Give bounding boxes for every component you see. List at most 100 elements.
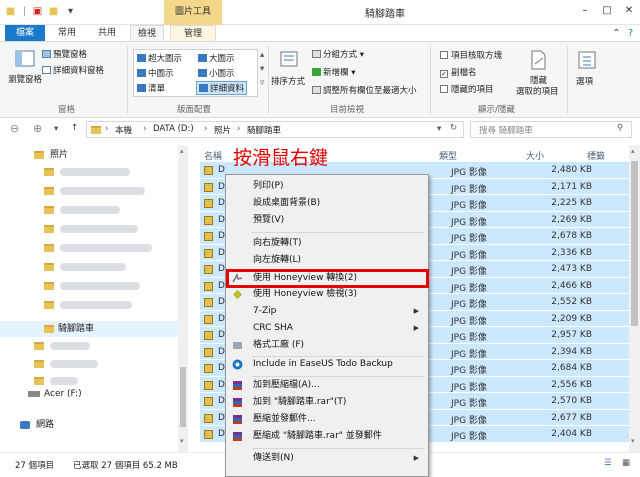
- menu-item-crc-sha[interactable]: CRC SHA ▶: [227, 320, 427, 337]
- menu-item-rotate-left[interactable]: 向左旋轉(L): [227, 252, 427, 269]
- breadcrumb-data-drive[interactable]: DATA (D:): [153, 124, 194, 134]
- sort-by-button[interactable]: 排序方式: [271, 75, 305, 87]
- gallery-more-icon[interactable]: ▿: [260, 78, 264, 88]
- menu-item-compress-rar-email[interactable]: 壓縮成 "騎腳踏車.rar" 並發郵件: [227, 428, 427, 445]
- quick-access-dropdown-icon[interactable]: ▾: [64, 5, 77, 18]
- column-header-type[interactable]: 類型: [439, 149, 457, 162]
- tab-share[interactable]: 共用: [90, 25, 124, 41]
- menu-item-print[interactable]: 列印(P): [227, 178, 427, 195]
- details-view-icon[interactable]: ☰: [604, 458, 612, 468]
- item-checkboxes-checkbox[interactable]: [440, 51, 448, 59]
- back-icon[interactable]: ⊖: [10, 122, 19, 135]
- scroll-down-icon[interactable]: ▾: [631, 437, 635, 445]
- options-button[interactable]: 選項: [576, 75, 593, 87]
- menu-item-7zip[interactable]: 7-Zip ▶: [227, 303, 427, 320]
- item-checkboxes-toggle[interactable]: 項目核取方塊: [440, 49, 502, 61]
- nav-item-blurred[interactable]: [0, 338, 178, 354]
- nav-scroll-thumb[interactable]: [180, 367, 186, 427]
- layout-large-icons[interactable]: 大圖示: [198, 52, 235, 64]
- menu-item-preview[interactable]: 預覽(V): [227, 212, 427, 229]
- layout-medium-icons[interactable]: 中圖示: [137, 67, 174, 79]
- menu-item-compress-email[interactable]: 壓縮並發郵件...: [227, 411, 427, 428]
- nav-item-blurred[interactable]: [0, 356, 178, 372]
- nav-item-blurred[interactable]: [0, 278, 178, 294]
- nav-item-current-folder[interactable]: 騎腳踏車: [0, 321, 178, 337]
- layout-small-icons[interactable]: 小圖示: [198, 67, 235, 79]
- properties-icon[interactable]: ▣: [31, 5, 44, 18]
- options-icon[interactable]: [576, 49, 598, 71]
- hide-selected-button-line2[interactable]: 選取的項目: [516, 85, 559, 97]
- nav-item-drive-f[interactable]: Acer (F:): [0, 386, 178, 402]
- scroll-up-icon[interactable]: ▴: [631, 147, 635, 155]
- group-by-button[interactable]: 分組方式 ▾: [312, 48, 364, 60]
- nav-item-blurred[interactable]: [0, 240, 178, 256]
- maximize-icon[interactable]: □: [600, 4, 614, 18]
- help-icon[interactable]: ?: [624, 27, 637, 40]
- recent-locations-icon[interactable]: ▾: [54, 124, 58, 134]
- tab-home[interactable]: 常用: [50, 25, 84, 41]
- nav-item-blurred[interactable]: [0, 202, 178, 218]
- nav-item-blurred[interactable]: [0, 164, 178, 180]
- large-icons-view-icon[interactable]: ▦: [622, 458, 630, 468]
- add-column-button[interactable]: 新增欄 ▾: [312, 66, 355, 78]
- menu-item-honeyview-browse[interactable]: 使用 Honeyview 檢視(3): [227, 286, 427, 303]
- breadcrumb-photos[interactable]: 照片: [214, 124, 231, 136]
- column-header-name[interactable]: 名稱: [204, 149, 222, 162]
- file-extensions-toggle[interactable]: ✓ 副檔名: [440, 66, 477, 78]
- scroll-down-icon[interactable]: ▾: [180, 437, 184, 445]
- hidden-items-checkbox[interactable]: [440, 85, 448, 93]
- up-icon[interactable]: ↑: [71, 123, 78, 133]
- breadcrumb-this-pc[interactable]: 本機: [115, 124, 132, 136]
- forward-icon[interactable]: ⊕: [33, 122, 42, 135]
- nav-item-network[interactable]: 網路: [0, 417, 178, 433]
- file-size: 2,466 KB: [551, 280, 592, 291]
- menu-item-add-archive[interactable]: 加到壓縮檔(A)...: [227, 377, 427, 394]
- address-box[interactable]: › 本機 › DATA (D:) › 照片 › 騎腳踏車 ▾ ↻: [86, 121, 464, 138]
- sort-icon[interactable]: [278, 48, 300, 70]
- menu-item-rotate-right[interactable]: 向右旋轉(T): [227, 235, 427, 252]
- file-extensions-checkbox[interactable]: ✓: [440, 70, 448, 78]
- nav-scrollbar[interactable]: ▴ ▾: [178, 145, 188, 452]
- hide-selected-icon[interactable]: [527, 49, 549, 71]
- navigation-pane-button[interactable]: 瀏覽窗格: [8, 73, 42, 85]
- menu-item-set-background[interactable]: 設成桌面背景(B): [227, 195, 427, 212]
- tab-manage[interactable]: 管理: [170, 25, 216, 41]
- nav-item-blurred[interactable]: [0, 259, 178, 275]
- nav-item-photos[interactable]: 照片: [0, 147, 178, 163]
- hidden-items-toggle[interactable]: 隱藏的項目: [440, 83, 494, 95]
- menu-item-easeus[interactable]: Include in EaseUS Todo Backup: [227, 356, 427, 373]
- nav-item-blurred[interactable]: [0, 221, 178, 237]
- scroll-up-icon[interactable]: ▴: [180, 147, 184, 155]
- tab-view[interactable]: 檢視: [130, 25, 164, 41]
- file-name: D: [218, 363, 225, 373]
- search-input[interactable]: 搜尋 騎腳踏車 ⚲: [470, 121, 632, 138]
- close-icon[interactable]: ✕: [622, 4, 636, 18]
- layout-details[interactable]: 詳細資料: [196, 81, 248, 95]
- gallery-up-icon[interactable]: ▴: [260, 50, 264, 60]
- file-name: D: [218, 297, 225, 307]
- breadcrumb-current[interactable]: 騎腳踏車: [247, 124, 281, 136]
- search-icon[interactable]: ⚲: [617, 123, 623, 133]
- navigation-pane-icon[interactable]: [14, 48, 36, 70]
- menu-item-add-rar[interactable]: 加到 "騎腳踏車.rar"(T): [227, 394, 427, 411]
- refresh-icon[interactable]: ↻: [450, 123, 457, 133]
- column-header-tags[interactable]: 標籤: [587, 149, 605, 162]
- gallery-down-icon[interactable]: ▾: [260, 64, 264, 74]
- content-scroll-thumb[interactable]: [631, 161, 638, 326]
- menu-item-format-factory[interactable]: 格式工廠 (F): [227, 337, 427, 354]
- address-dropdown-icon[interactable]: ▾: [437, 124, 441, 134]
- column-header-size[interactable]: 大小: [526, 149, 544, 162]
- fit-columns-button[interactable]: 調整所有欄位至最適大小: [312, 84, 417, 96]
- details-pane-button[interactable]: 詳細資料窗格: [42, 64, 104, 76]
- winrar-icon: [233, 432, 242, 441]
- minimize-icon[interactable]: –: [578, 4, 592, 18]
- preview-pane-button[interactable]: 預覽窗格: [42, 48, 87, 60]
- layout-extra-large-icons[interactable]: 超大圖示: [137, 52, 182, 64]
- nav-item-blurred[interactable]: [0, 297, 178, 313]
- new-folder-icon[interactable]: ■: [47, 5, 60, 18]
- nav-item-blurred[interactable]: [0, 183, 178, 199]
- layout-list[interactable]: 清單: [137, 82, 165, 94]
- menu-item-send-to[interactable]: 傳送到(N) ▶: [227, 450, 427, 467]
- tab-file[interactable]: 檔案: [5, 25, 45, 41]
- collapse-ribbon-icon[interactable]: ⌃: [610, 27, 623, 40]
